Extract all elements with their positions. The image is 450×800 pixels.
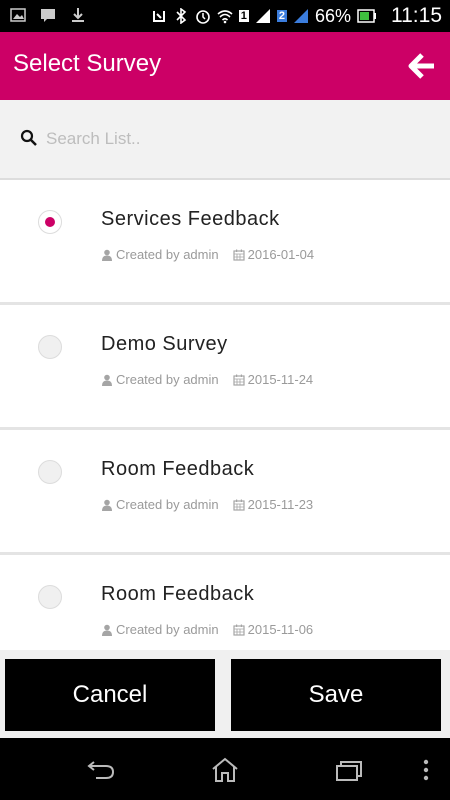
survey-meta: Created by admin 2015-11-06 [101,622,313,637]
sim2-badge: 2 [276,10,287,22]
list-item[interactable]: Room Feedback Created by admin 2015-11-2… [0,430,450,555]
recent-apps-icon[interactable] [334,756,364,784]
app-bar: Select Survey [0,32,450,100]
search-bar [0,100,450,180]
signal-icon-2 [293,9,308,23]
radio-selected-dot [45,217,55,227]
list-item[interactable]: Services Feedback Created by admin 2016-… [0,180,450,305]
wifi-icon [217,10,233,24]
radio-button[interactable] [38,460,62,484]
created-by: Created by admin [116,247,219,262]
radio-button[interactable] [38,210,62,234]
survey-name: Demo Survey [101,333,228,355]
created-by: Created by admin [116,622,219,637]
gallery-icon [10,8,26,22]
back-icon[interactable] [86,756,116,784]
user-icon [102,624,112,636]
calendar-icon [233,624,245,636]
calendar-icon [233,249,245,261]
page-title: Select Survey [13,50,162,77]
user-icon [102,374,112,386]
calendar-icon [233,374,245,386]
radio-button[interactable] [38,335,62,359]
survey-meta: Created by admin 2015-11-23 [101,497,313,512]
search-input[interactable] [44,124,428,154]
survey-date: 2015-11-23 [247,497,314,512]
status-bar: 1 2 66% 11:15 [0,0,450,32]
home-icon[interactable] [210,756,240,784]
download-icon [72,8,84,22]
survey-date: 2016-01-04 [247,247,315,262]
survey-meta: Created by admin 2016-01-04 [101,247,314,262]
created-by: Created by admin [116,372,219,387]
back-arrow-icon[interactable] [408,52,436,80]
user-icon [102,249,112,261]
survey-name: Services Feedback [101,208,280,230]
bluetooth-off-icon [176,8,186,24]
battery-icon [357,9,376,23]
list-item[interactable]: Room Feedback Created by admin 2015-11-0… [0,555,450,650]
survey-name: Room Feedback [101,458,255,480]
survey-meta: Created by admin 2015-11-24 [101,372,313,387]
sim1-badge: 1 [238,10,249,22]
survey-date: 2015-11-24 [247,372,314,387]
search-icon [20,129,37,146]
cancel-button[interactable]: Cancel [5,659,215,731]
battery-percent: 66% [314,5,351,26]
clock: 11:15 [391,4,442,27]
system-nav-bar [0,740,450,800]
nfc-icon [152,11,165,22]
action-footer: Cancel Save [0,650,450,738]
overflow-menu-icon[interactable] [416,756,436,784]
save-button[interactable]: Save [231,659,441,731]
created-by: Created by admin [116,497,219,512]
survey-list: Services Feedback Created by admin 2016-… [0,180,450,650]
user-icon [102,499,112,511]
message-icon [41,9,55,22]
alarm-icon [195,10,210,24]
survey-date: 2015-11-06 [247,622,314,637]
list-item[interactable]: Demo Survey Created by admin 2015-11-24 [0,305,450,430]
calendar-icon [233,499,245,511]
radio-button[interactable] [38,585,62,609]
signal-icon-1 [255,9,270,23]
survey-name: Room Feedback [101,583,255,605]
